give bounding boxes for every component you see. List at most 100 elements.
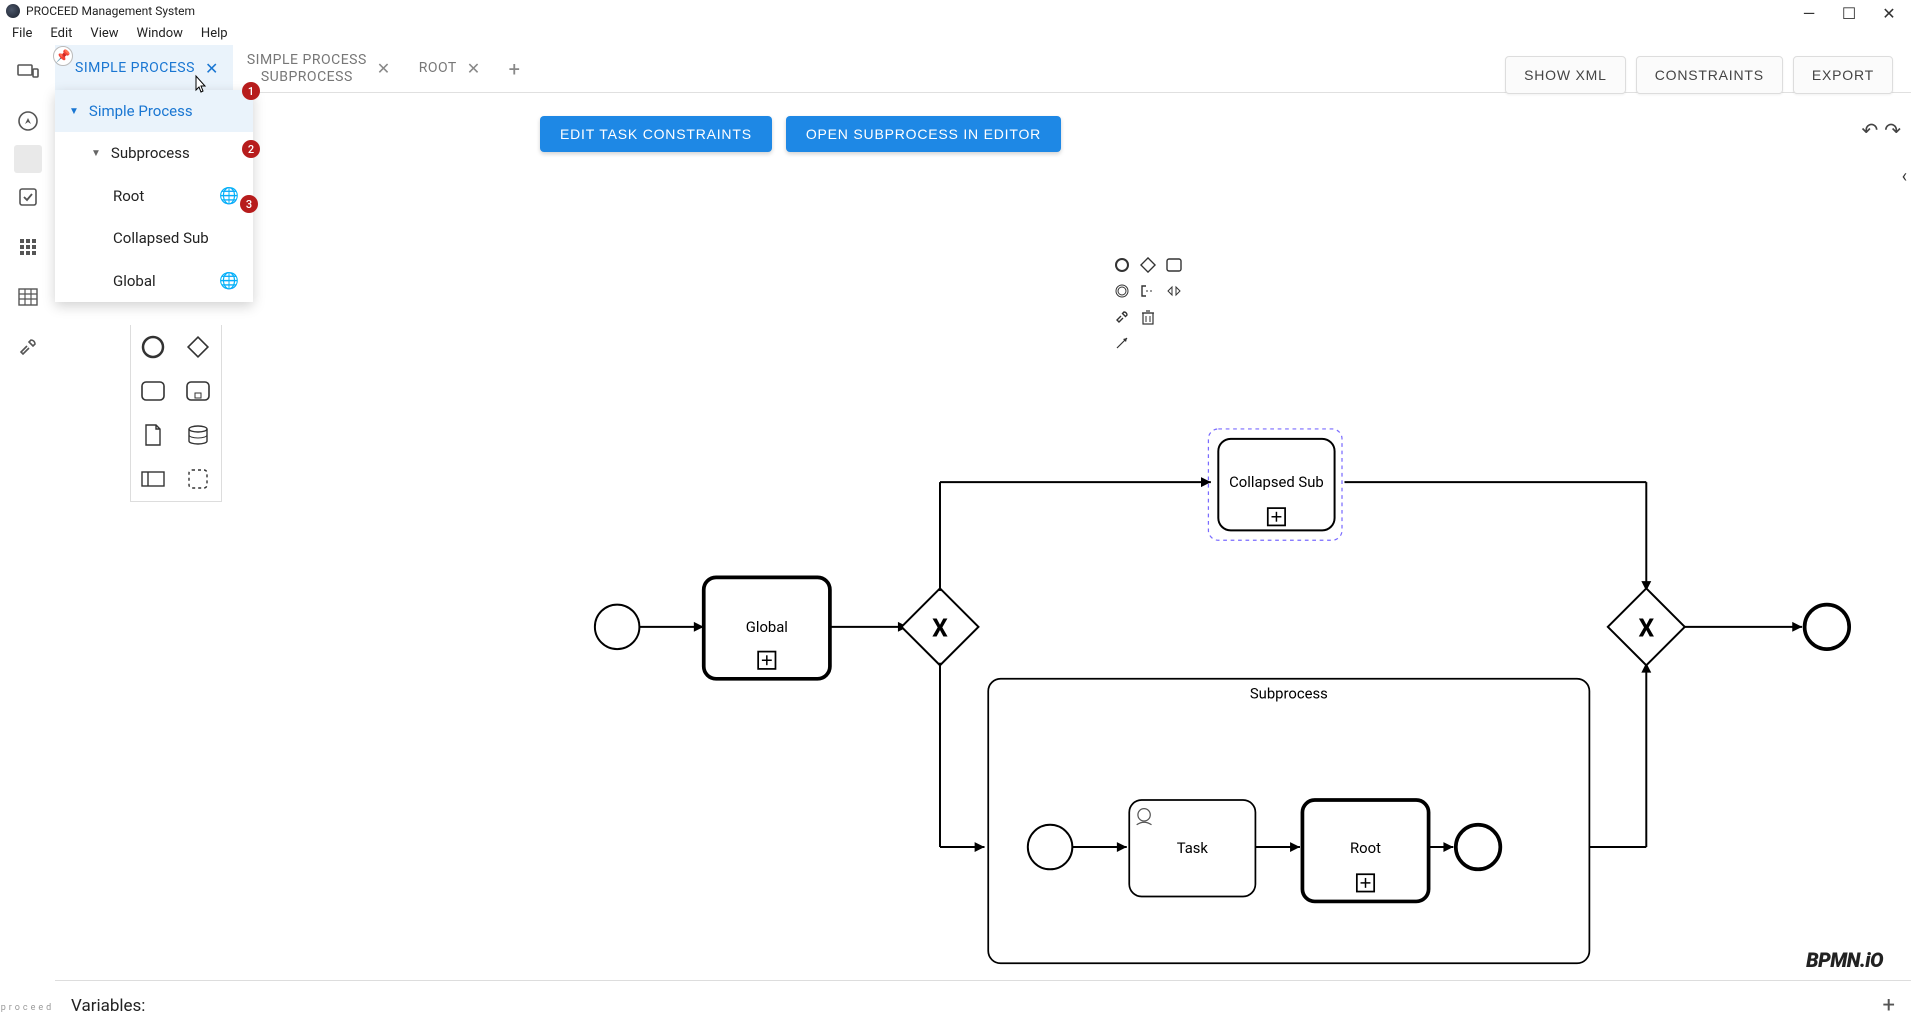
- tab-close-icon[interactable]: ✕: [467, 59, 481, 78]
- start-event[interactable]: [595, 605, 640, 650]
- explore-icon[interactable]: [16, 109, 40, 133]
- wrench-icon[interactable]: [1113, 308, 1131, 326]
- bpmn-palette: [130, 325, 222, 502]
- undo-icon[interactable]: ↶: [1861, 118, 1878, 142]
- svg-text:X: X: [1638, 615, 1654, 644]
- menu-file[interactable]: File: [4, 24, 40, 43]
- tab-close-icon[interactable]: ✕: [377, 59, 391, 78]
- minimize-button[interactable]: —: [1799, 4, 1819, 23]
- context-pad: [1113, 256, 1185, 352]
- titlebar: PROCEED Management System: [0, 0, 1911, 22]
- sub-end-event[interactable]: [1456, 825, 1501, 870]
- gateway-merge[interactable]: X: [1608, 588, 1685, 665]
- tree-item-root[interactable]: Root 🌐: [55, 174, 253, 217]
- tree-item-global[interactable]: Global 🌐: [55, 259, 253, 302]
- redo-icon[interactable]: ↷: [1884, 118, 1901, 142]
- center-actions: EDIT TASK CONSTRAINTS OPEN SUBPROCESS IN…: [540, 116, 1061, 152]
- menu-help[interactable]: Help: [193, 24, 236, 43]
- caret-down-icon: ▼: [91, 148, 101, 159]
- palette-start-event-icon[interactable]: [137, 331, 169, 363]
- root-label: Root: [1350, 839, 1381, 857]
- badge-2: 2: [242, 140, 260, 158]
- globe-icon: 🌐: [219, 271, 239, 290]
- left-rail: proceed: [0, 45, 55, 1031]
- sub-start-event[interactable]: [1028, 825, 1073, 870]
- right-panel-collapse-icon[interactable]: ‹: [1902, 166, 1907, 187]
- append-gateway-icon[interactable]: [1139, 256, 1157, 274]
- append-task-icon[interactable]: [1165, 256, 1183, 274]
- tree-label: Subprocess: [111, 144, 190, 162]
- settings-icon[interactable]: [14, 145, 42, 173]
- tab-close-icon[interactable]: ✕: [205, 59, 219, 78]
- badge-3: 3: [240, 195, 258, 213]
- close-button[interactable]: ✕: [1879, 4, 1899, 23]
- tab-label: SIMPLE PROCESS SUBPROCESS: [247, 52, 367, 86]
- append-intermediate-icon[interactable]: [1113, 282, 1131, 300]
- tree-label: Simple Process: [89, 102, 193, 120]
- subprocess-container[interactable]: [988, 679, 1589, 963]
- tab-label: SIMPLE PROCESS: [75, 60, 195, 77]
- bpmn-canvas[interactable]: Global X Collapsed Sub: [110, 149, 1911, 981]
- palette-group-icon[interactable]: [182, 463, 214, 495]
- content-area: 📌 SIMPLE PROCESS ✕ SIMPLE PROCESS SUBPRO…: [55, 45, 1911, 1031]
- global-label: Global: [746, 618, 788, 636]
- devices-icon[interactable]: [16, 59, 40, 83]
- delete-icon[interactable]: [1139, 308, 1157, 326]
- gateway-split[interactable]: X: [902, 588, 979, 665]
- open-subprocess-button[interactable]: OPEN SUBPROCESS IN EDITOR: [786, 116, 1061, 152]
- tab-simple-process-subprocess[interactable]: SIMPLE PROCESS SUBPROCESS ✕: [233, 45, 405, 92]
- constraints-button[interactable]: CONSTRAINTS: [1636, 56, 1783, 94]
- add-variable-button[interactable]: +: [1883, 993, 1895, 1018]
- badge-1: 1: [242, 82, 260, 100]
- maximize-button[interactable]: ☐: [1839, 4, 1859, 23]
- menu-edit[interactable]: Edit: [42, 24, 80, 43]
- apps-icon[interactable]: [16, 235, 40, 259]
- palette-pool-icon[interactable]: [137, 463, 169, 495]
- window-title: PROCEED Management System: [26, 4, 1905, 18]
- tree-item-subprocess[interactable]: ▼ Subprocess: [55, 132, 253, 174]
- show-xml-button[interactable]: SHOW XML: [1505, 56, 1626, 94]
- export-button[interactable]: EXPORT: [1793, 56, 1893, 94]
- tree-label: Root: [113, 187, 144, 205]
- app-icon: [6, 4, 20, 18]
- palette-subprocess-icon[interactable]: [182, 375, 214, 407]
- menu-view[interactable]: View: [82, 24, 126, 43]
- append-end-event-icon[interactable]: [1113, 256, 1131, 274]
- tree-label: Collapsed Sub: [113, 229, 209, 247]
- tree-label: Global: [113, 272, 156, 290]
- svg-text:X: X: [932, 615, 948, 644]
- checkbox-icon[interactable]: [16, 185, 40, 209]
- globe-icon: 🌐: [219, 186, 239, 205]
- bpmnio-logo: BPMN.iO: [1806, 948, 1883, 972]
- subprocess-label: Subprocess: [1250, 685, 1328, 703]
- collapsed-sub-label: Collapsed Sub: [1229, 473, 1324, 491]
- menubar: File Edit View Window Help: [0, 22, 1911, 45]
- undo-redo-group: ↶ ↷: [1861, 118, 1901, 142]
- add-tab-button[interactable]: +: [495, 57, 534, 81]
- pin-icon[interactable]: 📌: [53, 46, 73, 66]
- tab-label: ROOT: [419, 60, 457, 77]
- process-tree-dropdown: ▼ Simple Process ▼ Subprocess Root 🌐 Col…: [55, 90, 253, 302]
- end-event[interactable]: [1805, 605, 1850, 650]
- top-actions: SHOW XML CONSTRAINTS EXPORT: [1505, 56, 1893, 94]
- palette-data-object-icon[interactable]: [137, 419, 169, 451]
- change-type-icon[interactable]: [1165, 282, 1183, 300]
- edit-task-constraints-button[interactable]: EDIT TASK CONSTRAINTS: [540, 116, 772, 152]
- caret-down-icon: ▼: [69, 106, 79, 117]
- task-label: Task: [1177, 839, 1209, 857]
- tab-root[interactable]: ROOT ✕: [405, 45, 495, 92]
- palette-gateway-icon[interactable]: [182, 331, 214, 363]
- connect-icon[interactable]: [1113, 334, 1131, 352]
- variables-footer: Variables: +: [55, 980, 1911, 1030]
- tree-item-simple-process[interactable]: ▼ Simple Process: [55, 90, 253, 132]
- annotation-icon[interactable]: [1139, 282, 1157, 300]
- menu-window[interactable]: Window: [129, 24, 191, 43]
- proceed-logo: proceed: [1, 1003, 54, 1013]
- table-icon[interactable]: [16, 285, 40, 309]
- window-controls: — ☐ ✕: [1791, 0, 1907, 27]
- palette-data-store-icon[interactable]: [182, 419, 214, 451]
- tree-item-collapsed-sub[interactable]: Collapsed Sub: [55, 217, 253, 259]
- tab-simple-process[interactable]: SIMPLE PROCESS ✕: [55, 45, 233, 92]
- palette-task-icon[interactable]: [137, 375, 169, 407]
- wrench-icon[interactable]: [16, 335, 40, 359]
